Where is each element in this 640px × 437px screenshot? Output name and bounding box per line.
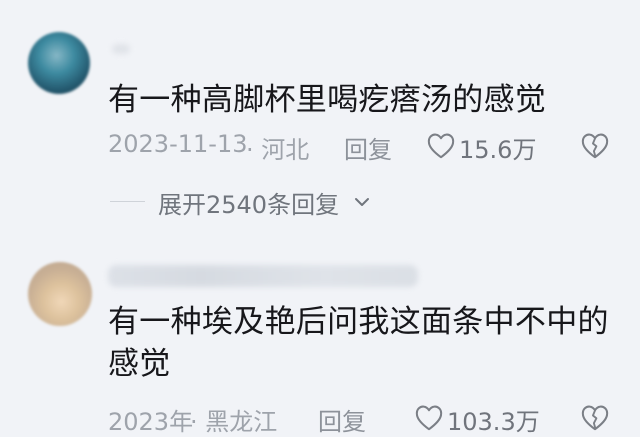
comment-location-2: · 黑龙江 — [190, 408, 278, 436]
comment-text-1: 有一种高脚杯里喝疙瘩汤的感觉 — [108, 79, 546, 121]
comment-date-2: 2023年 — [108, 408, 194, 436]
comment-meta-2: 2023年 · 黑龙江 回复 103.3万 — [108, 402, 628, 436]
broken-heart-icon[interactable] — [580, 404, 610, 432]
chevron-down-icon — [355, 198, 369, 206]
heart-icon — [427, 133, 455, 159]
user-avatar-2[interactable] — [28, 262, 92, 326]
heart-icon — [415, 405, 443, 431]
expand-divider — [110, 201, 145, 202]
comment-text-line-2: 感觉 — [108, 346, 171, 382]
comment-location-text-2: 黑龙江 — [205, 408, 278, 436]
user-avatar-1[interactable] — [28, 32, 90, 94]
like-count-1: 15.6万 — [459, 136, 537, 164]
comment-text-2: 有一种埃及艳后问我这面条中不中的 感觉 — [108, 301, 609, 385]
comment-date-1: 2023-11-13 — [108, 130, 248, 158]
like-count-2: 103.3万 — [447, 408, 540, 436]
comment-location-1: · 河北 — [246, 136, 310, 164]
expand-replies-label: 展开2540条回复 — [158, 191, 340, 219]
blurred-username-2 — [108, 265, 418, 287]
comment-text-line-1: 有一种高脚杯里喝疙瘩汤的感觉 — [108, 82, 547, 118]
broken-heart-icon[interactable] — [580, 132, 610, 160]
reply-button-1[interactable]: 回复 — [344, 130, 392, 165]
comment-meta-1: 2023-11-13 · 河北 回复 15.6万 — [108, 130, 628, 164]
comment-text-line-1: 有一种埃及艳后问我这面条中不中的 — [108, 304, 609, 340]
blurred-username-1 — [112, 44, 130, 54]
reply-button-2[interactable]: 回复 — [318, 402, 366, 437]
comment-location-text-1: 河北 — [261, 136, 310, 164]
